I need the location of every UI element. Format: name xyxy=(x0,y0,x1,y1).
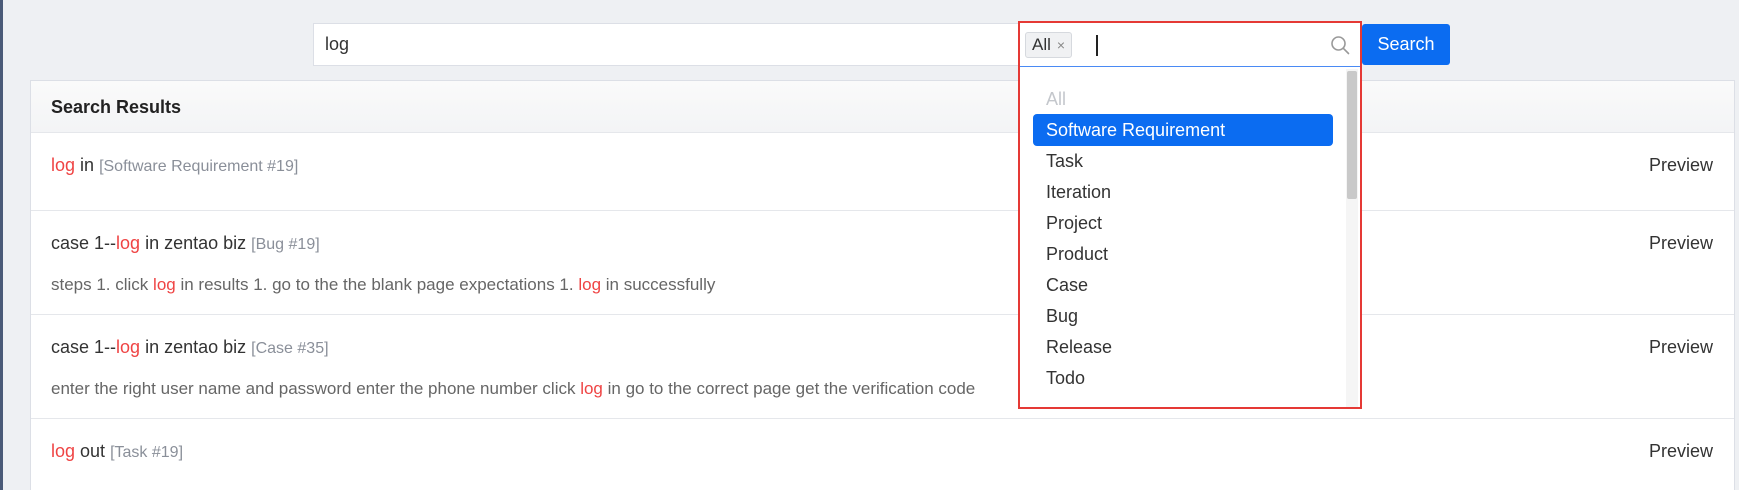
option-product[interactable]: Product xyxy=(1033,238,1333,270)
result-description: enter the right user name and password e… xyxy=(51,379,976,398)
window-edge xyxy=(0,0,3,490)
preview-link[interactable]: Preview xyxy=(1649,441,1713,462)
option-all: All xyxy=(1046,89,1067,109)
result-title[interactable]: case 1--log in zentao biz [Bug #19] xyxy=(51,233,320,254)
search-results-panel: Search Results log in [Software Requirem… xyxy=(30,80,1735,490)
result-title[interactable]: log in [Software Requirement #19] xyxy=(51,155,298,176)
option-software-requirement[interactable]: Software Requirement xyxy=(1033,114,1333,146)
match-highlight: log xyxy=(116,337,141,357)
match-highlight: log xyxy=(116,233,141,253)
option-case[interactable]: Case xyxy=(1033,269,1333,301)
result-title[interactable]: case 1--log in zentao biz [Case #35] xyxy=(51,337,329,358)
type-filter-input[interactable]: All × xyxy=(1020,23,1360,67)
option-project[interactable]: Project xyxy=(1033,207,1333,239)
type-filter-dropdown[interactable]: All × All Software Requirement Task Iter… xyxy=(1018,21,1362,409)
search-icon xyxy=(1331,36,1350,55)
result-row[interactable]: log out [Task #19] Preview xyxy=(31,419,1734,490)
results-header: Search Results xyxy=(31,81,1734,133)
preview-link[interactable]: Preview xyxy=(1649,337,1713,358)
selected-tag-all[interactable]: All × xyxy=(1025,32,1073,58)
dropdown-scrollbar[interactable] xyxy=(1346,69,1358,407)
option-todo[interactable]: Todo xyxy=(1033,362,1333,394)
search-input[interactable]: log xyxy=(313,23,1021,66)
result-type: [Software Requirement #19] xyxy=(99,158,299,175)
result-description: steps 1. click log in results 1. go to t… xyxy=(51,275,716,294)
match-highlight: log xyxy=(51,441,76,461)
result-row[interactable]: case 1--log in zentao biz [Bug #19] step… xyxy=(31,211,1734,315)
result-type: [Bug #19] xyxy=(251,236,320,253)
tag-label: All xyxy=(1032,35,1051,54)
option-bug[interactable]: Bug xyxy=(1033,300,1333,332)
option-release[interactable]: Release xyxy=(1033,331,1333,363)
result-row[interactable]: log in [Software Requirement #19] Previe… xyxy=(31,133,1734,211)
preview-link[interactable]: Preview xyxy=(1649,233,1713,254)
option-iteration[interactable]: Iteration xyxy=(1033,176,1333,208)
dropdown-options: All Software Requirement Task Iteration … xyxy=(1020,69,1346,407)
result-type: [Task #19] xyxy=(110,444,184,461)
search-button[interactable]: Search xyxy=(1362,24,1450,65)
result-type: [Case #35] xyxy=(251,340,329,357)
tag-remove-icon[interactable]: × xyxy=(1057,33,1065,57)
preview-link[interactable]: Preview xyxy=(1649,155,1713,176)
result-row[interactable]: case 1--log in zentao biz [Case #35] ent… xyxy=(31,315,1734,419)
option-task[interactable]: Task xyxy=(1033,145,1333,177)
text-caret xyxy=(1096,35,1098,56)
result-title[interactable]: log out [Task #19] xyxy=(51,441,183,462)
scrollbar-thumb[interactable] xyxy=(1347,71,1357,199)
match-highlight: log xyxy=(51,155,76,175)
